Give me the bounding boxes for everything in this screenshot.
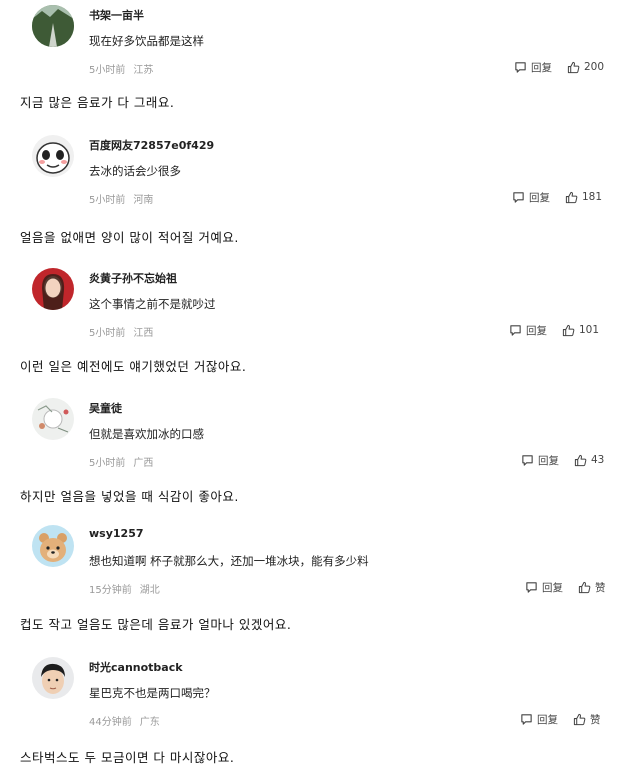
- comment-bubble-icon: [510, 324, 521, 336]
- comment-location: 江西: [133, 328, 154, 339]
- reply-label: 回复: [537, 713, 558, 726]
- comment-text: 星巴克不也是两口喝完？: [89, 686, 216, 700]
- comment-text: 现在好多饮品都是这样: [89, 34, 204, 48]
- thumbs-up-icon: [578, 581, 591, 593]
- like-button[interactable]: 181: [565, 191, 602, 204]
- comment-username[interactable]: 吴童徒: [89, 400, 122, 416]
- comment-item: 时光cannotback 星巴克不也是两口喝完？ 44分钟前 广东 回复 赞: [0, 657, 629, 737]
- thumbs-up-icon: [574, 454, 587, 466]
- thumbs-up-icon: [562, 324, 575, 336]
- comment-username[interactable]: 百度网友72857e0f429: [89, 137, 214, 153]
- reply-button[interactable]: 回复: [521, 453, 559, 468]
- reply-label: 回复: [531, 61, 552, 74]
- comment-meta: 5小时前 河南: [89, 191, 153, 206]
- avatar-portrait-image: [32, 657, 74, 699]
- avatar-bear-cartoon-image: [32, 525, 74, 567]
- avatar[interactable]: [32, 268, 74, 310]
- avatar-illustration-image: [32, 398, 74, 440]
- comment-meta: 5小时前 江苏: [89, 61, 153, 76]
- avatar-portrait-image: [32, 268, 74, 310]
- comment-username[interactable]: 时光cannotback: [89, 659, 183, 675]
- comment-translation: 지금 많은 음료가 다 그래요.: [20, 95, 175, 110]
- avatar-landscape-image: [32, 5, 74, 47]
- comment-text: 想也知道啊 杯子就那么大，还加一堆冰块，能有多少料: [89, 554, 369, 568]
- comment-actions: 回复 101: [509, 322, 599, 338]
- comment-meta: 5小时前 江西: [89, 324, 153, 339]
- like-count: 赞: [595, 581, 606, 594]
- avatar[interactable]: [32, 657, 74, 699]
- comment-time: 15分钟前: [89, 585, 132, 596]
- reply-label: 回复: [529, 191, 550, 204]
- comment-time: 44分钟前: [89, 717, 132, 728]
- comment-time: 5小时前: [89, 65, 126, 76]
- reply-button[interactable]: 回复: [509, 323, 547, 338]
- like-count: 43: [591, 454, 605, 466]
- comment-bubble-icon: [513, 191, 524, 203]
- thumbs-up-icon: [573, 713, 586, 725]
- comment-actions: 回复 赞: [525, 579, 606, 595]
- avatar[interactable]: [32, 525, 74, 567]
- comment-actions: 回复 赞: [520, 711, 601, 727]
- like-count: 101: [579, 324, 600, 336]
- reply-label: 回复: [538, 454, 559, 467]
- comment-time: 5小时前: [89, 328, 126, 339]
- like-button[interactable]: 赞: [573, 712, 601, 727]
- comment-actions: 回复 200: [514, 59, 604, 75]
- comment-actions: 回复 181: [512, 189, 602, 205]
- like-button[interactable]: 43: [574, 454, 604, 467]
- avatar[interactable]: [32, 398, 74, 440]
- reply-button[interactable]: 回复: [512, 190, 550, 205]
- comment-bubble-icon: [521, 713, 532, 725]
- comment-actions: 回复 43: [521, 452, 604, 468]
- reply-button[interactable]: 回复: [525, 580, 563, 595]
- comment-meta: 44分钟前 广东: [89, 713, 160, 728]
- comment-bubble-icon: [526, 581, 537, 593]
- avatar[interactable]: [32, 135, 74, 177]
- comment-bubble-icon: [515, 61, 526, 73]
- comment-translation: 얼음을 없애면 양이 많이 적어질 거예요.: [20, 230, 239, 245]
- comment-translation: 하지만 얼음을 넣었을 때 식감이 좋아요.: [20, 489, 239, 504]
- reply-button[interactable]: 回复: [514, 60, 552, 75]
- comment-text: 但就是喜欢加冰的口感: [89, 427, 204, 441]
- comment-text: 去冰的话会少很多: [89, 164, 181, 178]
- comment-location: 广西: [133, 458, 154, 469]
- thumbs-up-icon: [567, 61, 580, 73]
- like-button[interactable]: 101: [562, 324, 599, 337]
- comment-location: 广东: [139, 717, 160, 728]
- comment-text: 这个事情之前不是就吵过: [89, 297, 216, 311]
- comment-meta: 15分钟前 湖北: [89, 581, 160, 596]
- reply-label: 回复: [542, 581, 563, 594]
- comment-meta: 5小时前 广西: [89, 454, 153, 469]
- like-button[interactable]: 200: [567, 61, 604, 74]
- comment-username[interactable]: 书架一亩半: [89, 7, 144, 23]
- like-count: 200: [584, 61, 605, 73]
- comment-location: 河南: [133, 195, 154, 206]
- comment-translation: 이런 일은 예전에도 얘기했었던 거잖아요.: [20, 359, 247, 374]
- reply-label: 回复: [526, 324, 547, 337]
- like-count: 赞: [590, 713, 601, 726]
- comment-item: 书架一亩半 现在好多饮品都是这样 5小时前 江苏 回复 200: [0, 5, 629, 85]
- comment-item: 百度网友72857e0f429 去冰的话会少很多 5小时前 河南 回复 181: [0, 135, 629, 215]
- comment-time: 5小时前: [89, 195, 126, 206]
- thumbs-up-icon: [565, 191, 578, 203]
- comment-translation: 컵도 작고 얼음도 많은데 음료가 얼마나 있겠어요.: [20, 617, 292, 632]
- comment-item: wsy1257 想也知道啊 杯子就那么大，还加一堆冰块，能有多少料 15分钟前湖…: [0, 525, 629, 605]
- comment-bubble-icon: [522, 454, 533, 466]
- comment-location: 江苏: [133, 65, 154, 76]
- comment-username[interactable]: wsy1257: [89, 527, 144, 540]
- like-count: 181: [582, 191, 603, 203]
- comment-time: 5小时前: [89, 458, 126, 469]
- like-button[interactable]: 赞: [578, 580, 606, 595]
- comment-item: 吴童徒 但就是喜欢加冰的口感 5小时前 广西 回复 43: [0, 398, 629, 478]
- comment-location: 湖北: [139, 585, 160, 596]
- reply-button[interactable]: 回复: [520, 712, 558, 727]
- avatar[interactable]: [32, 5, 74, 47]
- avatar-cartoon-face-image: [32, 135, 74, 177]
- comment-item: 炎黄子孙不忘始祖 这个事情之前不是就吵过 5小时前 江西 回复 101: [0, 268, 629, 348]
- comment-translation: 스타벅스도 두 모금이면 다 마시잖아요.: [20, 750, 235, 765]
- comment-username[interactable]: 炎黄子孙不忘始祖: [89, 270, 177, 286]
